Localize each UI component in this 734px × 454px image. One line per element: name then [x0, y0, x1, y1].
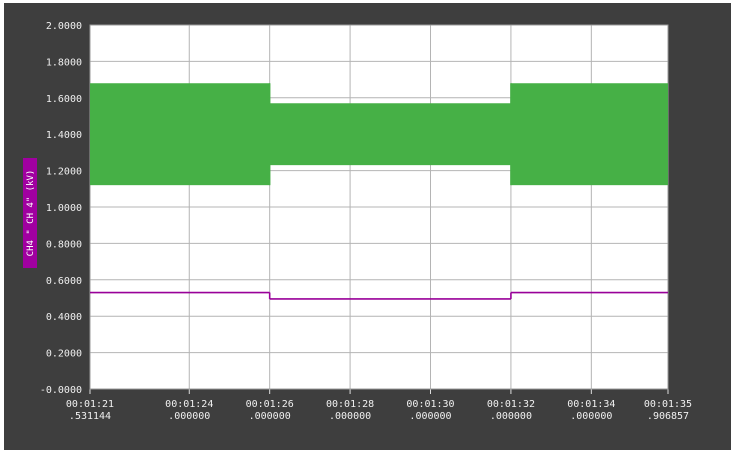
- y-tick-label: 1.4000: [46, 130, 82, 141]
- x-tick-time: 00:01:21: [66, 399, 114, 410]
- y-tick-label: 0.8000: [46, 239, 82, 250]
- x-tick-time: 00:01:35: [644, 399, 692, 410]
- y-tick-label: 1.2000: [46, 167, 82, 178]
- chart-svg: 2.0000 1.8000 1.6000 1.4000 1.2000 1.0000 0.80…: [23, 21, 692, 422]
- y-tick-label: 2.0000: [46, 21, 82, 32]
- x-tick-fraction: .906857: [647, 411, 689, 422]
- x-tick-time: 00:01:32: [487, 399, 535, 410]
- x-tick-fraction: .000000: [409, 411, 451, 422]
- x-tick-fraction: .000000: [490, 411, 532, 422]
- x-tick-time: 00:01:34: [567, 399, 615, 410]
- y-tick-label: 1.0000: [46, 203, 82, 214]
- y-tick-label: 0.4000: [46, 312, 82, 323]
- x-tick-fraction: .000000: [168, 411, 210, 422]
- x-tick-time: 00:01:26: [246, 399, 294, 410]
- x-tick-time: 00:01:30: [406, 399, 454, 410]
- x-tick-fraction: .000000: [249, 411, 291, 422]
- y-axis-label: CH4 " CH 4" (kV): [26, 170, 36, 257]
- x-tick-fraction: .531144: [69, 411, 111, 422]
- band-segment: [90, 83, 270, 186]
- x-tick-time: 00:01:24: [165, 399, 213, 410]
- y-tick-label: 1.6000: [46, 94, 82, 105]
- band-segment: [510, 83, 668, 186]
- y-tick-label: 1.8000: [46, 57, 82, 68]
- band-segment: [269, 103, 511, 166]
- x-tick-time: 00:01:28: [326, 399, 374, 410]
- y-tick-label: -0.0000: [40, 385, 82, 396]
- y-tick-label: 0.2000: [46, 349, 82, 360]
- y-tick-labels: 2.0000 1.8000 1.6000 1.4000 1.2000 1.0000 0.80…: [40, 21, 82, 396]
- chart-frame: 2.0000 1.8000 1.6000 1.4000 1.2000 1.0000 0.80…: [4, 3, 731, 450]
- x-tick-fraction: .000000: [570, 411, 612, 422]
- y-tick-label: 0.6000: [46, 276, 82, 287]
- x-tick-labels: 00:01:21.53114400:01:24.00000000:01:26.0…: [66, 399, 692, 422]
- x-tick-fraction: .000000: [329, 411, 371, 422]
